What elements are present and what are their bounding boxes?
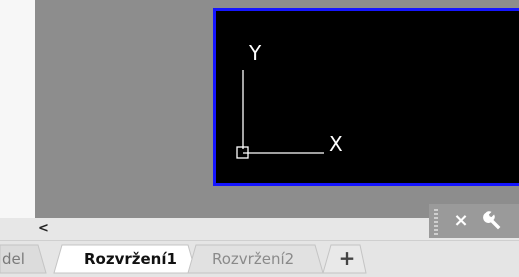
tab-model[interactable]: del bbox=[2, 248, 25, 270]
tab-layout-1[interactable]: Rozvržení1 bbox=[84, 248, 177, 270]
cad-window: Y X < × del Rozvržení1 Rozvržení2 + bbox=[0, 0, 519, 277]
add-layout-button[interactable]: + bbox=[335, 246, 359, 270]
tab-layout-2[interactable]: Rozvržení2 bbox=[212, 248, 294, 270]
close-panel-button[interactable]: × bbox=[452, 209, 470, 233]
left-margin-strip bbox=[0, 0, 35, 218]
scroll-left-arrow[interactable]: < bbox=[38, 222, 52, 236]
layout-viewport[interactable] bbox=[213, 8, 519, 186]
panel-grip-handle[interactable] bbox=[434, 209, 438, 235]
wrench-icon[interactable] bbox=[480, 208, 506, 234]
